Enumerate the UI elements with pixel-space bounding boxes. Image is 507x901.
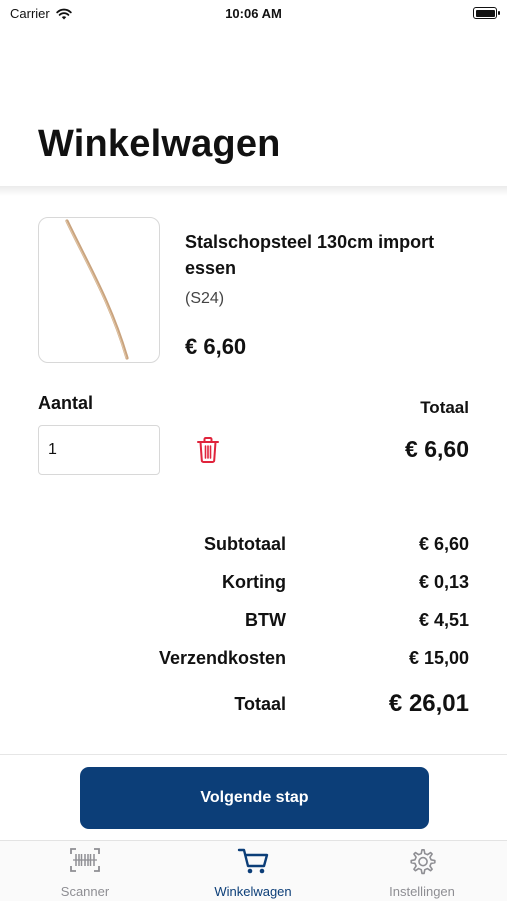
- broom-handle-image: [65, 219, 129, 360]
- delete-item-button[interactable]: [196, 436, 220, 464]
- total-value: € 26,01: [388, 690, 469, 717]
- trash-icon: [197, 437, 219, 464]
- header-shadow: [0, 186, 507, 196]
- quantity-input[interactable]: [38, 425, 160, 475]
- tab-bar: Scanner Winkelwagen Instellingen: [0, 840, 507, 901]
- shipping-label: Verzendkosten: [158, 648, 286, 668]
- tab-instellingen[interactable]: Instellingen: [352, 843, 492, 901]
- discount-value: € 0,13: [418, 572, 469, 592]
- discount-label: Korting: [222, 572, 286, 592]
- subtotal-label: Subtotaal: [203, 534, 286, 554]
- vat-value: € 4,51: [418, 610, 469, 630]
- total-label: Totaal: [234, 694, 286, 714]
- gear-icon: [410, 849, 436, 875]
- line-total-label: Totaal: [420, 398, 469, 417]
- tab-winkelwagen-label: Winkelwagen: [214, 884, 292, 899]
- quantity-label: Aantal: [38, 393, 94, 413]
- product-name: Stalschopsteel 130cm import essen: [185, 232, 435, 278]
- tab-winkelwagen[interactable]: Winkelwagen: [183, 843, 323, 901]
- cart-icon: [237, 848, 269, 874]
- subtotal-value: € 6,60: [418, 534, 469, 554]
- line-total-value: € 6,60: [405, 436, 469, 462]
- tab-scanner-label: Scanner: [60, 884, 110, 899]
- tab-scanner[interactable]: Scanner: [15, 843, 155, 901]
- bottom-divider: [0, 754, 507, 755]
- product-code: (S24): [185, 290, 225, 307]
- shipping-value: € 15,00: [408, 648, 469, 668]
- page-title: Winkelwagen: [38, 123, 281, 165]
- status-time: 10:06 AM: [225, 6, 282, 21]
- tab-instellingen-label: Instellingen: [389, 884, 455, 899]
- barcode-scan-icon: [70, 848, 100, 872]
- next-step-button[interactable]: Volgende stap: [80, 767, 429, 829]
- battery-icon: [473, 7, 500, 19]
- vat-label: BTW: [245, 610, 286, 630]
- product-image: [38, 217, 160, 363]
- product-price: € 6,60: [185, 334, 247, 359]
